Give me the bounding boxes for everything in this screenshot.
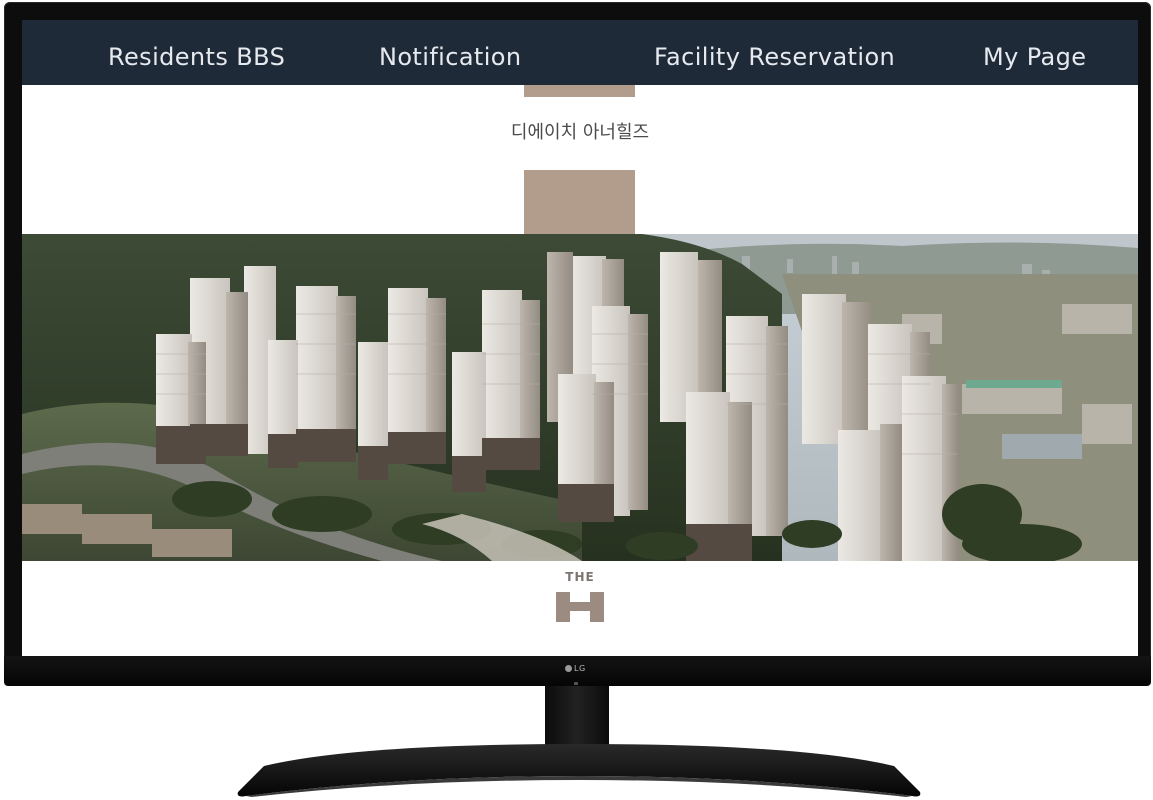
- nav-residents-bbs[interactable]: Residents BBS: [108, 43, 285, 71]
- apartment-complex-aerial-image: [22, 234, 1138, 561]
- accent-block-middle: [524, 170, 635, 234]
- hero-aerial-image: [22, 234, 1138, 561]
- power-led: [574, 682, 578, 685]
- monitor-stand-base: [237, 744, 921, 797]
- nav-facility-reservation[interactable]: Facility Reservation: [654, 43, 895, 71]
- desktop-mockup: LG Residents BBS Notification Facility R…: [0, 0, 1153, 800]
- lg-logo-icon: LG: [565, 664, 586, 673]
- complex-name-title: 디에이치 아너힐즈: [510, 122, 650, 143]
- nav-notification[interactable]: Notification: [379, 43, 522, 71]
- the-h-logo-icon: THE: [552, 570, 608, 624]
- accent-block-top: [524, 85, 635, 97]
- h-letter-mark: [556, 592, 604, 622]
- top-navigation-bar: Residents BBS Notification Facility Rese…: [22, 20, 1138, 85]
- monitor-brand-label: LG: [574, 664, 586, 673]
- screen: Residents BBS Notification Facility Rese…: [22, 20, 1138, 656]
- nav-my-page[interactable]: My Page: [983, 43, 1086, 71]
